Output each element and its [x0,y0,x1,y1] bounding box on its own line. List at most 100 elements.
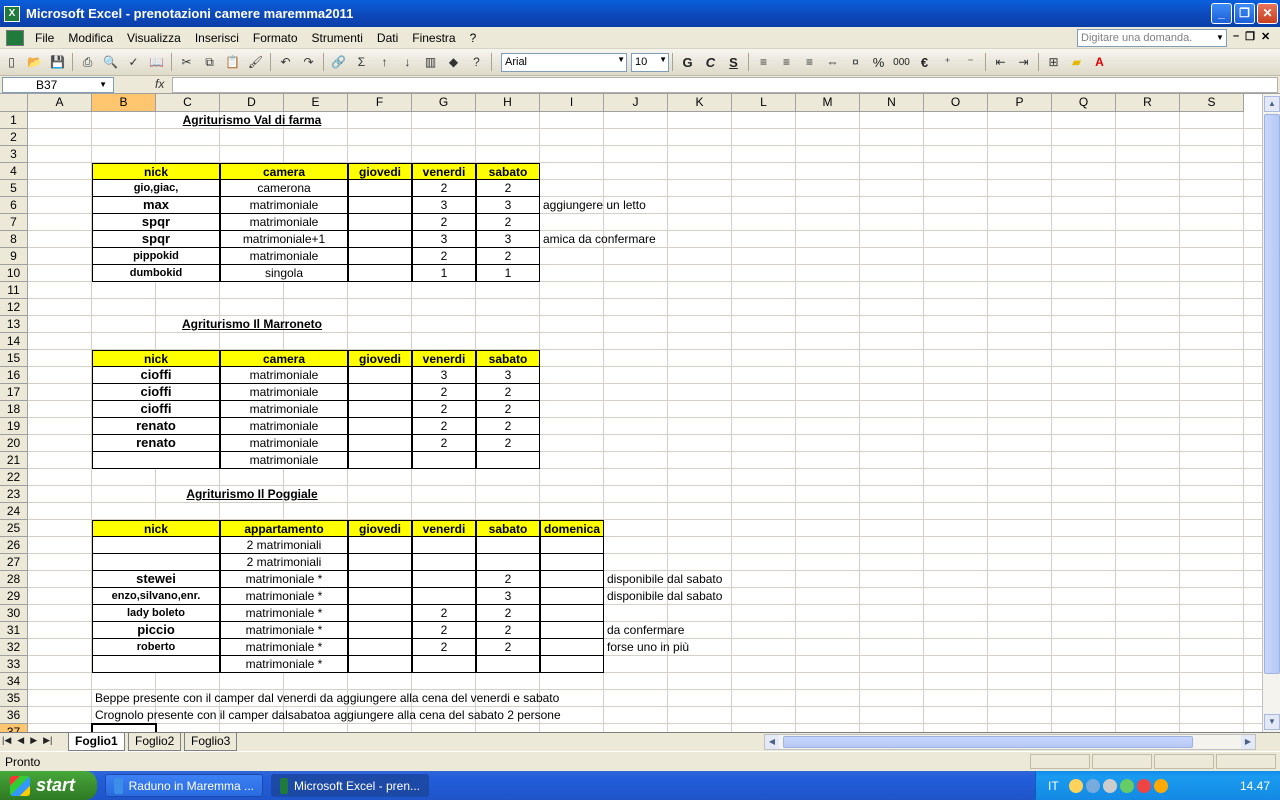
excel-icon[interactable]: X [4,5,20,22]
paste-icon[interactable]: 📋 [222,52,243,73]
tab-foglio1[interactable]: Foglio1 [68,733,125,751]
chart-wizard-icon[interactable]: ▥ [420,52,441,73]
save-icon[interactable]: 💾 [47,52,68,73]
table-cell[interactable] [412,554,476,571]
column-header-o[interactable]: O [924,94,988,112]
table-header-nick[interactable]: nick [92,520,220,537]
formula-input[interactable] [172,77,1278,93]
chevron-down-icon[interactable]: ▼ [99,78,107,92]
table-cell[interactable] [412,588,476,605]
spelling-icon[interactable]: ✓ [123,52,144,73]
nick-cell[interactable]: gio,giac, [92,180,220,197]
note-line[interactable]: Crognolo presente con il camper dalsabat… [92,707,604,724]
table-cell[interactable] [348,248,412,265]
column-header-b[interactable]: B [92,94,156,112]
table-cell[interactable]: 1 [412,265,476,282]
align-center-icon[interactable]: ≡ [776,52,797,73]
table-cell[interactable] [348,265,412,282]
table-cell[interactable] [348,418,412,435]
print-preview-icon[interactable]: 🔍 [100,52,121,73]
table-cell[interactable]: 2 [412,401,476,418]
vertical-scrollbar[interactable]: ▲ ▼ [1262,94,1280,732]
table-cell[interactable]: 2 [476,435,540,452]
note-cell[interactable]: da confermare [604,622,796,639]
menu-dati[interactable]: Dati [370,31,405,45]
doc-restore-button[interactable]: ❐ [1245,30,1255,43]
table-cell[interactable] [476,537,540,554]
table-cell[interactable]: 2 [412,418,476,435]
table-cell[interactable]: matrimoniale [220,418,348,435]
row-header-5[interactable]: 5 [0,180,28,197]
menu-visualizza[interactable]: Visualizza [120,31,188,45]
column-header-c[interactable]: C [156,94,220,112]
table-cell[interactable] [348,571,412,588]
table-cell[interactable]: 2 [476,622,540,639]
row-header-31[interactable]: 31 [0,622,28,639]
spreadsheet-grid[interactable]: A B C D E F G H I J K L M N O P Q R S 1 2 3 4 5 6 7 8 9 10 11 12 13 14 15… [0,94,1262,732]
table-cell[interactable]: 2 matrimoniali [220,537,348,554]
scroll-right-icon[interactable]: ▶ [1241,735,1255,749]
table-header-sabato[interactable]: sabato [476,520,540,537]
borders-icon[interactable]: ⊞ [1043,52,1064,73]
hyperlink-icon[interactable]: 🔗 [328,52,349,73]
column-header-e[interactable]: E [284,94,348,112]
decrease-indent-icon[interactable]: ⇤ [990,52,1011,73]
table-cell[interactable] [412,537,476,554]
tab-foglio3[interactable]: Foglio3 [184,733,238,751]
row-header-36[interactable]: 36 [0,707,28,724]
merge-center-icon[interactable]: ⇔ [822,52,843,73]
table-cell[interactable] [476,656,540,673]
row-header-17[interactable]: 17 [0,384,28,401]
font-size-select[interactable]: 10 ▼ [631,52,669,72]
row-header-8[interactable]: 8 [0,231,28,248]
table-cell[interactable] [348,384,412,401]
row-header-14[interactable]: 14 [0,333,28,350]
menu-strumenti[interactable]: Strumenti [305,31,370,45]
taskbar-item-browser[interactable]: Raduno in Maremma ... [105,774,263,797]
table-cell[interactable] [348,401,412,418]
row-header-22[interactable]: 22 [0,469,28,486]
start-button[interactable]: start [0,771,97,800]
nick-cell[interactable]: piccio [92,622,220,639]
nick-cell[interactable]: pippokid [92,248,220,265]
nick-cell[interactable]: lady boleto [92,605,220,622]
undo-icon[interactable]: ↶ [275,52,296,73]
table-cell[interactable]: 2 [476,571,540,588]
font-color-icon[interactable]: A [1089,52,1110,73]
table-cell[interactable] [540,588,604,605]
row-header-7[interactable]: 7 [0,214,28,231]
table-header-sabato[interactable]: sabato [476,350,540,367]
table-header-giovedi[interactable]: giovedi [348,520,412,537]
row-header-34[interactable]: 34 [0,673,28,690]
table-cell[interactable]: matrimoniale+1 [220,231,348,248]
chevron-down-icon[interactable]: ▼ [1214,30,1226,46]
menu-help[interactable]: ? [463,31,484,45]
row-header-23[interactable]: 23 [0,486,28,503]
close-button[interactable]: ✕ [1257,3,1278,24]
note-line[interactable]: Beppe presente con il camper dal venerdi… [92,690,604,707]
note-cell[interactable]: disponibile dal sabato [604,571,796,588]
row-header-13[interactable]: 13 [0,316,28,333]
row-header-6[interactable]: 6 [0,197,28,214]
row-header-33[interactable]: 33 [0,656,28,673]
maximize-button[interactable]: ❐ [1234,3,1255,24]
column-header-m[interactable]: M [796,94,860,112]
section-title[interactable]: Agriturismo Il Marroneto [156,316,348,333]
nick-cell[interactable]: cioffi [92,401,220,418]
column-header-s[interactable]: S [1180,94,1244,112]
network-icon[interactable] [1085,778,1100,793]
table-cell[interactable] [348,367,412,384]
menu-file[interactable]: File [28,31,61,45]
column-header-g[interactable]: G [412,94,476,112]
last-sheet-icon[interactable]: ▶| [43,735,52,746]
table-cell[interactable]: matrimoniale [220,452,348,469]
table-cell[interactable] [540,639,604,656]
prev-sheet-icon[interactable]: ◀ [17,735,24,746]
note-cell[interactable]: disponibile dal sabato [604,588,796,605]
drawing-icon[interactable]: ◆ [443,52,464,73]
table-cell[interactable]: 2 [476,214,540,231]
nick-cell[interactable]: max [92,197,220,214]
nick-cell[interactable] [92,537,220,554]
note-cell[interactable]: aggiungere un letto [540,197,732,214]
sum-icon[interactable]: Σ [351,52,372,73]
